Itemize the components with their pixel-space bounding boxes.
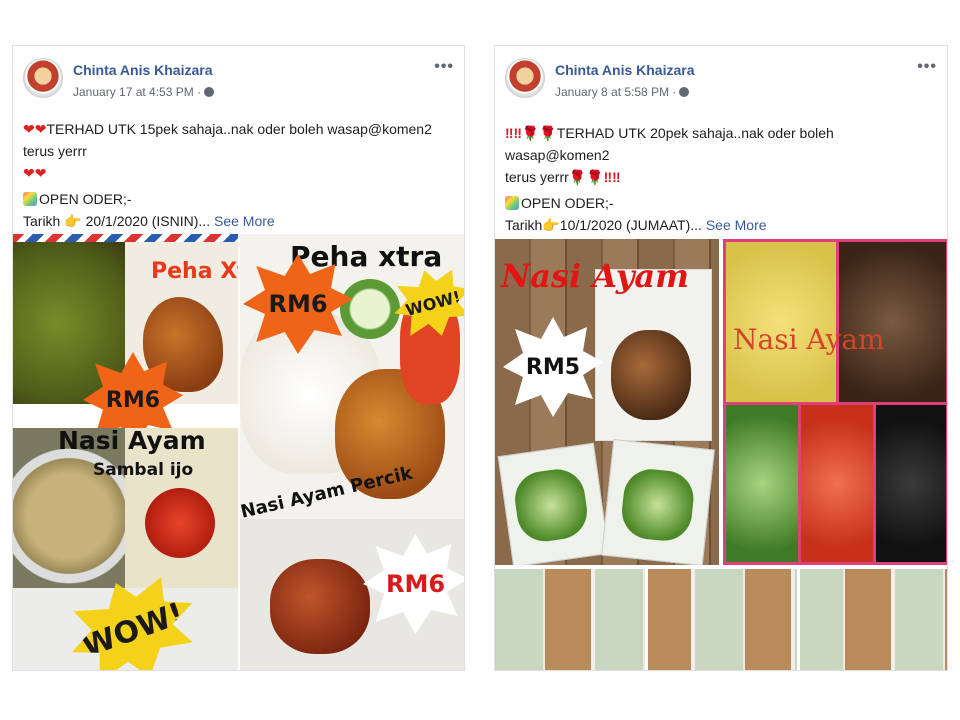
- nasi-ayam-yellow-label: Nasi Ayam: [733, 323, 885, 356]
- author-name[interactable]: Chinta Anis Khaizara: [73, 62, 213, 78]
- cucumber-shape: [340, 279, 400, 339]
- pink-frame: Nasi Ayam: [723, 239, 947, 405]
- pointing-finger-emoji: 👉: [64, 213, 82, 229]
- yellow-rice-photo: [726, 242, 836, 402]
- post-line-3: OPEN ODER;-: [39, 191, 132, 207]
- peha-xtra-big-label: Peha xtra: [290, 240, 443, 273]
- post-line-4-label: Tarikh: [23, 213, 61, 229]
- post-line-2: terus yerrr: [505, 169, 569, 185]
- grilled-chicken-photo: [839, 242, 946, 402]
- sambal-ijo-label: Sambal ijo: [93, 460, 194, 480]
- nasi-ayam-label: Nasi Ayam: [58, 426, 206, 455]
- peha-xtra-small-label: Peha Xtra: [151, 259, 238, 284]
- red-sauce-photo: [801, 405, 873, 562]
- post-photo-collage[interactable]: Nasi Ayam RM5 Nasi Ayam: [495, 239, 947, 670]
- post-text: ‼‼🌹🌹TERHAD UTK 20pek sahaja..nak oder bo…: [505, 122, 937, 236]
- facebook-post-2: Chinta Anis Khaizara January 8 at 5:58 P…: [494, 45, 948, 671]
- divider: [645, 569, 648, 670]
- author-name[interactable]: Chinta Anis Khaizara: [555, 62, 695, 78]
- rainbow-emoji-icon: [505, 196, 519, 210]
- price-label: RM6: [268, 290, 328, 318]
- meal-boxes-photo: [495, 569, 947, 670]
- globe-icon: [204, 87, 215, 97]
- post-meta: January 8 at 5:58 PM ·: [555, 85, 690, 99]
- post-timestamp[interactable]: January 17 at 4:53 PM: [73, 85, 194, 99]
- price-label: RM6: [385, 570, 446, 598]
- pointing-finger-emoji: 👉: [542, 217, 560, 233]
- black-sauce-photo: [876, 405, 946, 562]
- emoji-suffix: 🌹🌹‼‼: [568, 169, 621, 185]
- post-text: ❤❤TERHAD UTK 15pek sahaja..nak oder bole…: [23, 118, 454, 232]
- cucumber-salad-photo: [726, 405, 798, 562]
- rainbow-emoji-icon: [23, 192, 37, 206]
- post-meta: January 17 at 4:53 PM ·: [73, 85, 215, 99]
- tomato-shape: [145, 488, 215, 558]
- emoji-prefix: ‼‼🌹🌹: [505, 125, 557, 141]
- lettuce-shape: [619, 466, 697, 544]
- percik-chicken-shape: [270, 559, 370, 654]
- nasi-ayam-panel: Nasi Ayam: [495, 239, 719, 565]
- price-label: RM6: [105, 387, 161, 413]
- post-photo-collage[interactable]: Peha Xtra RM6 Nasi Ayam Sambal ijo WOW! …: [13, 234, 464, 670]
- nasi-ayam-red-label: Nasi Ayam: [501, 257, 690, 295]
- price-label: RM5: [525, 354, 581, 380]
- heart-emoji: ❤❤: [23, 121, 47, 137]
- author-avatar[interactable]: [505, 58, 545, 98]
- heart-emoji: ❤❤: [23, 165, 47, 181]
- post-line-4-date: 10/1/2020 (JUMAAT)...: [559, 217, 702, 233]
- post-line-4-date: 20/1/2020 (ISNIN)...: [85, 213, 211, 229]
- author-avatar[interactable]: [23, 58, 63, 98]
- post-line-3: OPEN ODER;-: [521, 195, 614, 211]
- divider: [797, 569, 800, 670]
- post-header: Chinta Anis Khaizara January 8 at 5:58 P…: [505, 56, 937, 106]
- post-header: Chinta Anis Khaizara January 17 at 4:53 …: [23, 56, 454, 106]
- salad-box-2: [601, 438, 715, 565]
- more-options-icon[interactable]: •••: [434, 58, 454, 76]
- post-line-4-label: Tarikh: [505, 217, 543, 233]
- post-timestamp[interactable]: January 8 at 5:58 PM: [555, 85, 669, 99]
- salad-box: [497, 442, 610, 565]
- see-more-link[interactable]: See More: [706, 217, 767, 233]
- lettuce-shape: [511, 465, 591, 545]
- pink-frame-2: [723, 405, 947, 565]
- more-options-icon[interactable]: •••: [917, 58, 937, 76]
- airmail-border: [13, 234, 238, 242]
- post-line-1: TERHAD UTK 15pek sahaja..nak oder boleh …: [23, 121, 432, 159]
- wow-label: WOW!: [403, 286, 463, 320]
- globe-icon: [679, 87, 690, 97]
- facebook-post-1: Chinta Anis Khaizara January 17 at 4:53 …: [12, 45, 465, 671]
- grilled-chicken-shape: [611, 330, 691, 420]
- see-more-link[interactable]: See More: [214, 213, 275, 229]
